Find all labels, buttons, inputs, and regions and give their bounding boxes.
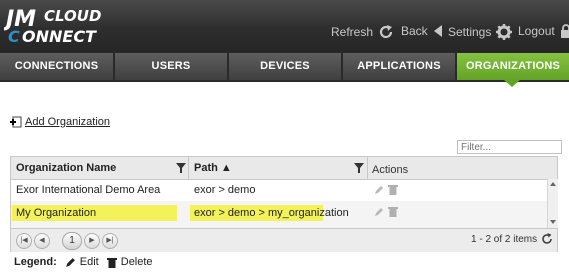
main-tab-bar: CONNECTIONS USERS DEVICES APPLICATIONS O… <box>0 52 569 82</box>
svg-text:ONNECT: ONNECT <box>22 27 97 46</box>
tab-applications[interactable]: APPLICATIONS <box>343 53 455 80</box>
logout-button[interactable]: Logout <box>518 24 569 38</box>
last-page-button[interactable]: ▶| <box>102 233 118 249</box>
delete-icon[interactable] <box>388 206 398 217</box>
organization-name-cell: Exor International Demo Area <box>16 184 161 196</box>
delete-icon[interactable] <box>388 184 398 195</box>
tab-users[interactable]: USERS <box>115 53 227 80</box>
column-filter-icon[interactable] <box>176 163 186 173</box>
grid-refresh-icon[interactable] <box>541 233 553 245</box>
back-arrow-icon <box>433 25 442 37</box>
column-filter-icon[interactable] <box>354 163 364 173</box>
table-row[interactable]: My Organization exor > demo > my_organiz… <box>11 201 547 228</box>
scroll-up-icon[interactable] <box>550 182 556 186</box>
refresh-icon <box>379 25 393 39</box>
refresh-label: Refresh <box>331 25 374 39</box>
organization-path-cell: exor > demo <box>194 184 256 196</box>
legend-edit-label: Edit <box>79 256 99 268</box>
organization-name-cell: My Organization <box>16 207 97 219</box>
add-organization-link[interactable]: Add Organization <box>10 116 110 128</box>
edit-icon[interactable] <box>374 207 384 217</box>
add-organization-label: Add Organization <box>25 116 110 128</box>
vertical-scrollbar[interactable] <box>547 179 558 228</box>
settings-label: Settings <box>448 25 492 39</box>
app-header: JM CLOUD ONNECT C Refresh Back Settings <box>0 0 569 52</box>
row-actions <box>374 184 398 195</box>
organization-path-cell: exor > demo > my_organization <box>194 207 349 219</box>
next-page-button[interactable]: ▶ <box>84 233 100 249</box>
grid-pager: |◀ ◀ 1 ▶ ▶| 1 - 2 of 2 items <box>11 228 557 252</box>
add-icon <box>10 116 22 128</box>
scroll-down-icon[interactable] <box>550 220 556 224</box>
column-header-actions: Actions <box>372 164 409 176</box>
filter-input[interactable] <box>457 140 562 154</box>
column-header-path[interactable]: Path ▲ <box>194 157 232 179</box>
tab-devices[interactable]: DEVICES <box>229 53 341 80</box>
edit-icon[interactable] <box>374 185 384 195</box>
svg-text:C: C <box>8 27 20 46</box>
delete-icon <box>106 257 117 268</box>
settings-button[interactable]: Settings <box>448 24 513 40</box>
tab-connections[interactable]: CONNECTIONS <box>0 53 113 80</box>
logout-label: Logout <box>518 24 555 38</box>
edit-icon <box>65 257 75 267</box>
svg-text:CLOUD: CLOUD <box>44 7 101 25</box>
legend: Legend: Edit Delete <box>14 256 153 268</box>
back-button[interactable]: Back <box>401 24 443 38</box>
legend-delete-label: Delete <box>120 256 153 268</box>
jmcloud-connect-logo: JM CLOUD ONNECT C <box>4 7 101 46</box>
column-separator <box>367 157 368 179</box>
pager-info: 1 - 2 of 2 items <box>471 234 538 245</box>
grid-header: Organization Name Path ▲ Actions <box>11 157 557 180</box>
column-header-name[interactable]: Organization Name <box>16 157 116 179</box>
gear-icon <box>496 24 513 40</box>
active-tab-indicator <box>504 80 520 87</box>
first-page-button[interactable]: |◀ <box>16 233 32 249</box>
back-label: Back <box>401 24 428 38</box>
organizations-grid: Organization Name Path ▲ Actions Exor In… <box>10 156 558 252</box>
previous-page-button[interactable]: ◀ <box>34 233 50 249</box>
tab-organizations[interactable]: ORGANIZATIONS <box>457 53 569 80</box>
column-separator <box>188 157 189 179</box>
legend-title: Legend: <box>14 256 57 268</box>
current-page-number[interactable]: 1 <box>62 232 82 250</box>
lock-icon <box>560 24 569 38</box>
row-actions <box>374 206 398 217</box>
table-row[interactable]: Exor International Demo Area exor > demo <box>11 179 547 201</box>
refresh-button[interactable]: Refresh <box>331 24 394 40</box>
